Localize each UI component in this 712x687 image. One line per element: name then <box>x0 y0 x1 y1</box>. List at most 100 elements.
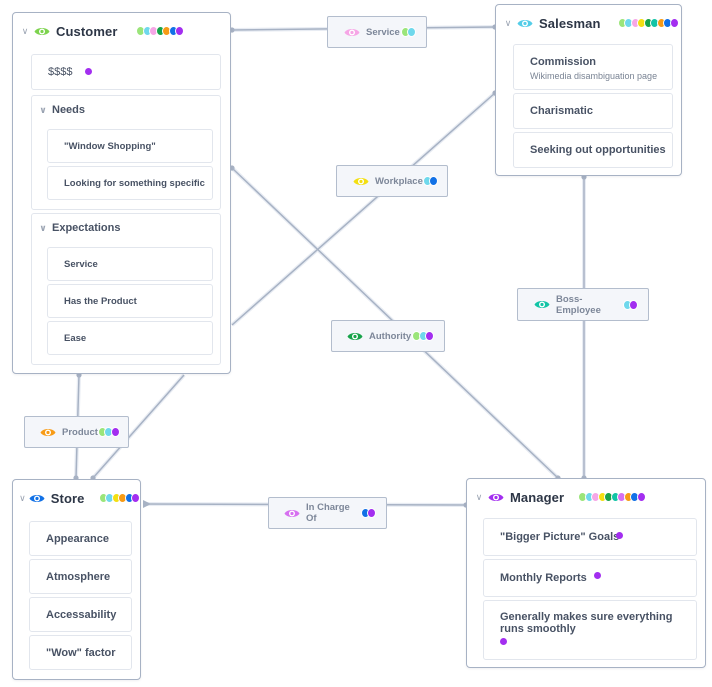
eye-icon[interactable] <box>488 492 504 503</box>
tag-dots <box>412 331 434 341</box>
card-item[interactable]: Looking for something specific <box>47 166 213 200</box>
eye-icon[interactable] <box>344 27 360 38</box>
card-label: Has the Product <box>64 296 137 307</box>
eye-icon[interactable] <box>34 26 50 37</box>
eye-icon[interactable] <box>347 331 363 342</box>
group-header[interactable]: ∨ Expectations <box>36 222 120 234</box>
card-label: Service <box>64 259 98 270</box>
card-label: Charismatic <box>530 105 593 117</box>
node-title: Salesman <box>539 15 601 31</box>
eye-icon[interactable] <box>40 427 56 438</box>
chevron-down-icon[interactable]: ∨ <box>472 492 486 503</box>
status-dot <box>500 638 507 645</box>
node-header[interactable]: ∨ Customer <box>13 13 230 49</box>
card-item[interactable]: "Window Shopping" <box>47 129 213 163</box>
node-header[interactable]: ∨ Manager <box>467 479 705 515</box>
node-header[interactable]: ∨ Salesman <box>496 5 681 41</box>
relation-product[interactable]: Product <box>24 416 129 448</box>
relation-label: Authority <box>369 330 412 342</box>
tag-dot <box>131 493 140 503</box>
chevron-down-icon[interactable]: ∨ <box>18 493 27 504</box>
node-salesman[interactable]: ∨ Salesman Commission Wikimedia disambig… <box>495 4 682 176</box>
card-item[interactable]: Accessability <box>29 597 132 632</box>
card-subtitle: Wikimedia disambiguation page <box>530 71 658 81</box>
status-dot <box>85 68 92 75</box>
card-item[interactable]: Appearance <box>29 521 132 556</box>
relation-service[interactable]: Service <box>327 16 427 48</box>
card-item[interactable]: Monthly Reports <box>483 559 697 597</box>
card-item[interactable]: Commission Wikimedia disambiguation page <box>513 44 673 90</box>
card-label: Monthly Reports <box>500 572 587 584</box>
edge-salesman-customer-workplace <box>231 92 496 326</box>
eye-icon[interactable] <box>534 299 550 310</box>
node-header[interactable]: ∨ Store <box>13 480 140 516</box>
eye-icon[interactable] <box>284 508 300 519</box>
node-manager[interactable]: ∨ Manager "Bigger Picture" Goals Monthly… <box>466 478 706 668</box>
group-header[interactable]: ∨ Needs <box>36 104 85 116</box>
card-label: Accessability <box>46 609 117 621</box>
card-label: "Bigger Picture" Goals <box>500 531 620 543</box>
chevron-down-icon[interactable]: ∨ <box>36 105 50 116</box>
tag-dots <box>617 18 679 28</box>
tag-dot <box>110 427 120 437</box>
tag-dots <box>400 27 416 37</box>
node-title: Manager <box>510 489 565 505</box>
card-label: $$$$ <box>48 66 73 78</box>
group-expectations: ∨ Expectations Service Has the Product E… <box>31 213 221 365</box>
eye-icon[interactable] <box>517 18 533 29</box>
tag-dot <box>669 18 679 28</box>
card-item[interactable]: Has the Product <box>47 284 213 318</box>
tag-dot <box>629 299 638 310</box>
group-needs: ∨ Needs "Window Shopping" Looking for so… <box>31 95 221 210</box>
tag-dot <box>367 508 376 518</box>
card-item[interactable]: Atmosphere <box>29 559 132 594</box>
chevron-down-icon[interactable]: ∨ <box>18 26 32 37</box>
relation-workplace[interactable]: Workplace <box>336 165 448 197</box>
card-label: Atmosphere <box>46 571 111 583</box>
relation-label: Boss-Employee <box>556 293 601 316</box>
relation-label: In Charge Of <box>306 502 350 524</box>
tag-dots <box>97 427 120 437</box>
relation-label: Workplace <box>375 175 423 187</box>
node-store[interactable]: ∨ Store Appearance Atmosphere Accessabil… <box>12 479 141 680</box>
relation-boss-employee[interactable]: Boss-Employee <box>517 288 649 321</box>
card-label: Looking for something specific <box>64 178 205 189</box>
tag-dots <box>578 492 646 502</box>
card-item[interactable]: $$$$ <box>31 54 221 90</box>
card-item[interactable]: Charismatic <box>513 93 673 129</box>
relation-label: Service <box>366 26 400 38</box>
card-item[interactable]: Seeking out opportunities <box>513 132 673 168</box>
relation-authority[interactable]: Authority <box>331 320 445 352</box>
card-item[interactable]: Service <box>47 247 213 281</box>
card-label: "Wow" factor <box>46 647 116 659</box>
group-title: Needs <box>52 104 86 116</box>
card-item[interactable]: "Wow" factor <box>29 635 132 670</box>
node-customer[interactable]: ∨ Customer $$$$ ∨ Needs "Window Shopping… <box>12 12 231 374</box>
tag-dots <box>622 299 638 310</box>
tag-dot <box>429 176 439 186</box>
card-label: "Window Shopping" <box>64 141 156 152</box>
node-title: Customer <box>56 23 118 39</box>
tag-dots <box>136 26 185 36</box>
card-label: Generally makes sure everything runs smo… <box>500 611 673 635</box>
group-title: Expectations <box>52 222 121 234</box>
status-dot <box>616 532 623 539</box>
card-label: Commission <box>530 56 597 68</box>
tag-dot <box>175 26 185 36</box>
card-item[interactable]: Generally makes sure everything runs smo… <box>483 600 697 660</box>
tag-dots <box>360 508 376 518</box>
tag-dot <box>636 492 646 502</box>
card-label: Appearance <box>46 533 109 545</box>
eye-icon[interactable] <box>353 176 369 187</box>
chevron-down-icon[interactable]: ∨ <box>501 18 515 29</box>
chevron-down-icon[interactable]: ∨ <box>36 223 50 234</box>
eye-icon[interactable] <box>29 493 45 504</box>
status-dot <box>594 572 601 579</box>
relation-in-charge-of[interactable]: In Charge Of <box>268 497 387 529</box>
card-item[interactable]: "Bigger Picture" Goals <box>483 518 697 556</box>
tag-dots <box>98 493 140 503</box>
card-item[interactable]: Ease <box>47 321 213 355</box>
tag-dots <box>422 176 439 186</box>
tag-dot <box>407 27 416 37</box>
tag-dot <box>425 331 434 341</box>
